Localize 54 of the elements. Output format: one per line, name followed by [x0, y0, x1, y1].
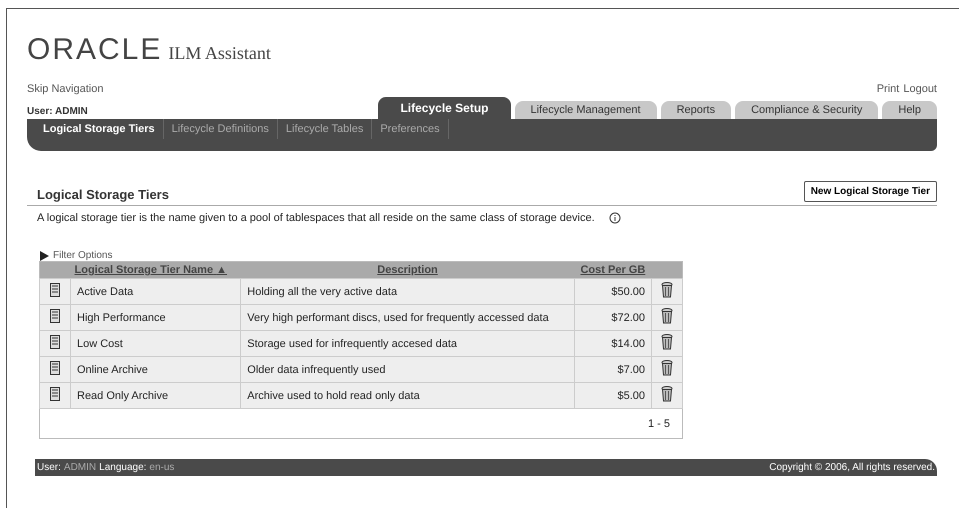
product-name: ILM Assistant — [168, 43, 271, 64]
new-tier-button[interactable]: New Logical Storage Tier — [804, 181, 937, 202]
table-cell: $72.00 — [574, 304, 652, 330]
tab[interactable]: Lifecycle Setup — [378, 97, 510, 119]
range-label: 1 - 5 — [648, 418, 670, 430]
table-cell: Read Only Archive — [70, 382, 241, 408]
logo: ORACLE — [27, 33, 162, 67]
table-cell: $7.00 — [574, 356, 652, 382]
trash-icon[interactable] — [661, 334, 673, 350]
edit-icon[interactable] — [50, 335, 60, 349]
column-header[interactable]: Description — [240, 262, 574, 278]
global-link[interactable]: Logout — [903, 83, 937, 95]
table-cell: Storage used for infrequently accesed data — [240, 330, 574, 356]
user-label: User: ADMIN — [27, 106, 88, 119]
column-header[interactable]: Logical Storage Tier Name ▲ — [70, 262, 241, 278]
tab[interactable]: Compliance & Security — [735, 101, 878, 119]
table-cell: Active Data — [70, 278, 241, 304]
edit-icon[interactable] — [50, 283, 60, 297]
table-cell: Holding all the very active data — [240, 278, 574, 304]
subtab[interactable]: Logical Storage Tiers — [35, 119, 164, 139]
edit-icon[interactable] — [50, 387, 60, 401]
edit-icon[interactable] — [50, 361, 60, 375]
tab[interactable]: Reports — [660, 101, 732, 119]
info-icon[interactable] — [608, 212, 621, 224]
table-cell: $5.00 — [574, 382, 652, 408]
subtab[interactable]: Preferences — [372, 119, 449, 139]
tab[interactable]: Lifecycle Management — [514, 101, 657, 119]
copyright-text: Copyright © 2006, All rights reserved. — [769, 462, 935, 473]
footer-language-label: Language: — [99, 462, 146, 473]
table-cell: Online Archive — [70, 356, 241, 382]
subtab[interactable]: Lifecycle Tables — [278, 119, 372, 139]
table-cell: $14.00 — [574, 330, 652, 356]
trash-icon[interactable] — [661, 282, 673, 298]
table-cell: Archive used to hold read only data — [240, 382, 574, 408]
description-text: A logical storage tier is the name given to a pool of tablespaces that all reside on the same class of storage device. — [37, 212, 595, 224]
table-cell: Low Cost — [70, 330, 241, 356]
footer-language: en-us — [149, 462, 174, 473]
table-cell: High Performance — [70, 304, 241, 330]
trash-icon[interactable] — [661, 308, 673, 324]
global-link[interactable]: Print — [876, 83, 900, 95]
footer-user-label: User: — [37, 462, 61, 473]
skip-navigation-link[interactable]: Skip Navigation — [27, 83, 104, 95]
footer-user: ADMIN — [64, 462, 96, 473]
table-cell: $50.00 — [574, 278, 652, 304]
column-header[interactable]: Cost Per GB — [574, 262, 652, 278]
subtab[interactable]: Lifecycle Definitions — [164, 119, 278, 139]
edit-icon[interactable] — [50, 309, 60, 323]
table-cell: Older data infrequently used — [240, 356, 574, 382]
trash-icon[interactable] — [661, 386, 673, 402]
table-cell: Very high performant discs, used for frequently accessed data — [240, 304, 574, 330]
tab[interactable]: Help — [882, 101, 937, 119]
trash-icon[interactable] — [661, 360, 673, 376]
filter-options-link[interactable]: Filter Options — [53, 250, 112, 261]
section-title: Logical Storage Tiers — [36, 187, 169, 202]
